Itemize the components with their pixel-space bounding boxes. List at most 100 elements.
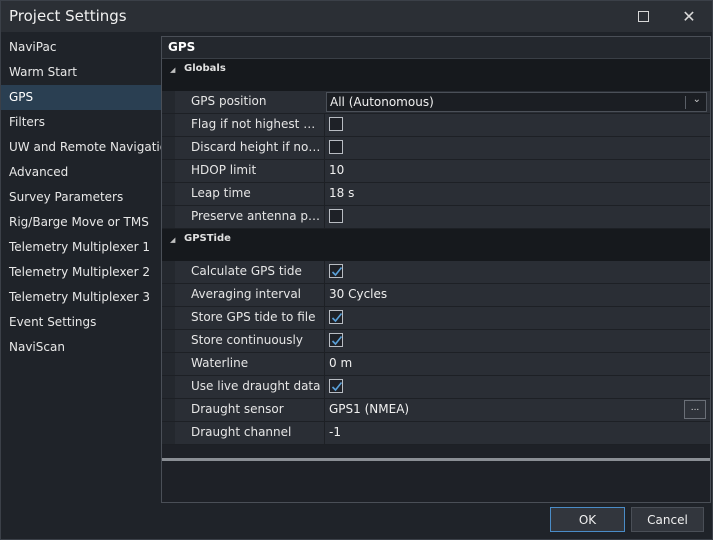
description-splitter[interactable] [162,458,710,461]
property-row-preserve-antenna: Preserve antenna posit... [162,206,710,229]
row-gutter [162,160,175,182]
property-name: Waterline [191,356,249,370]
checkmark-icon [331,313,343,323]
column-separator [324,261,325,283]
draught-channel-value[interactable]: -1 [329,425,341,439]
column-separator [324,284,325,306]
row-gutter [162,399,175,421]
property-name: GPS position [191,94,267,108]
column-separator [324,160,325,182]
sidebar-item-gps[interactable]: GPS [1,85,161,110]
property-row-gps-position: GPS position All (Autonomous) ⌄ [162,91,710,114]
sidebar-item-naviscan[interactable]: NaviScan [1,335,161,360]
row-gutter [162,206,175,228]
category-spacer [162,252,710,261]
property-name: Leap time [191,186,251,200]
property-name: Store continuously [191,333,303,347]
waterline-value[interactable]: 0 m [329,356,352,370]
column-separator [324,114,325,136]
property-name: Discard height if not hi... [191,140,321,154]
preserve-antenna-checkbox[interactable] [329,209,343,223]
column-separator [324,307,325,329]
column-separator [324,330,325,352]
category-label: GPSTide [184,233,231,244]
category-label: Globals [184,63,226,74]
property-name: Store GPS tide to file [191,310,316,324]
row-gutter [162,91,175,113]
row-gutter [162,353,175,375]
row-gutter [162,307,175,329]
draught-sensor-browse-button[interactable]: ... [684,400,706,419]
row-gutter [162,330,175,352]
sidebar-item-rig-barge-move[interactable]: Rig/Barge Move or TMS [1,210,161,235]
gps-position-dropdown[interactable]: All (Autonomous) ⌄ [326,92,707,112]
sidebar-item-survey-parameters[interactable]: Survey Parameters [1,185,161,210]
discard-height-checkbox[interactable] [329,140,343,154]
sidebar-item-advanced[interactable]: Advanced [1,160,161,185]
chevron-down-icon[interactable]: ⌄ [693,94,701,105]
category-globals[interactable]: ◢ Globals [162,59,710,82]
property-row-calculate-gps-tide: Calculate GPS tide [162,261,710,284]
property-row-waterline: Waterline 0 m [162,353,710,376]
row-gutter [162,422,175,444]
panel-title: GPS [168,40,196,54]
panel-header: GPS [162,37,710,59]
collapse-triangle-icon[interactable]: ◢ [170,236,175,244]
sidebar-item-uw-remote-navigation[interactable]: UW and Remote Navigation [1,135,161,160]
settings-sidebar: NaviPac Warm Start GPS Filters UW and Re… [1,35,161,360]
sidebar-item-telemetry-multiplexer-3[interactable]: Telemetry Multiplexer 3 [1,285,161,310]
calculate-gps-tide-checkbox[interactable] [329,264,343,278]
property-row-hdop-limit: HDOP limit 10 [162,160,710,183]
window-title: Project Settings [9,7,127,25]
draught-sensor-value[interactable]: GPS1 (NMEA) [329,402,409,416]
property-row-draught-sensor: Draught sensor GPS1 (NMEA) ... [162,399,710,422]
property-name: HDOP limit [191,163,257,177]
sidebar-item-warm-start[interactable]: Warm Start [1,60,161,85]
sidebar-item-filters[interactable]: Filters [1,110,161,135]
live-draught-checkbox[interactable] [329,379,343,393]
leap-time-value[interactable]: 18 s [329,186,354,200]
dropdown-divider [685,96,686,109]
close-icon: ✕ [682,6,696,26]
property-row-draught-channel: Draught channel -1 [162,422,710,445]
column-separator [324,422,325,444]
sidebar-item-navipac[interactable]: NaviPac [1,35,161,60]
gps-settings-panel: GPS ◢ Globals GPS position All (Autonomo… [161,36,711,503]
collapse-triangle-icon[interactable]: ◢ [170,66,175,74]
row-gutter [162,137,175,159]
averaging-interval-value[interactable]: 30 Cycles [329,287,387,301]
property-name: Calculate GPS tide [191,264,302,278]
title-bar: Project Settings ✕ [1,1,712,32]
property-name: Draught channel [191,425,292,439]
hdop-limit-value[interactable]: 10 [329,163,344,177]
property-name: Draught sensor [191,402,284,416]
checkmark-icon [331,382,343,392]
column-separator [324,137,325,159]
store-gps-tide-checkbox[interactable] [329,310,343,324]
row-gutter [162,114,175,136]
sidebar-item-telemetry-multiplexer-1[interactable]: Telemetry Multiplexer 1 [1,235,161,260]
sidebar-item-event-settings[interactable]: Event Settings [1,310,161,335]
checkmark-icon [331,267,343,277]
property-row-live-draught: Use live draught data [162,376,710,399]
property-row-averaging-interval: Averaging interval 30 Cycles [162,284,710,307]
cancel-button[interactable]: Cancel [631,507,704,532]
row-gutter [162,284,175,306]
flag-quality-checkbox[interactable] [329,117,343,131]
row-gutter [162,261,175,283]
property-row-store-gps-tide: Store GPS tide to file [162,307,710,330]
category-gpstide[interactable]: ◢ GPSTide [162,229,710,252]
maximize-icon [637,11,649,22]
store-continuously-checkbox[interactable] [329,333,343,347]
ok-button[interactable]: OK [550,507,625,532]
close-button[interactable]: ✕ [666,1,712,32]
row-gutter [162,376,175,398]
property-name: Use live draught data [191,379,321,393]
property-row-flag-quality: Flag if not highest qua... [162,114,710,137]
checkmark-icon [331,336,343,346]
sidebar-item-telemetry-multiplexer-2[interactable]: Telemetry Multiplexer 2 [1,260,161,285]
column-separator [324,353,325,375]
dropdown-value: All (Autonomous) [330,95,434,109]
maximize-button[interactable] [620,1,666,32]
column-separator [324,376,325,398]
